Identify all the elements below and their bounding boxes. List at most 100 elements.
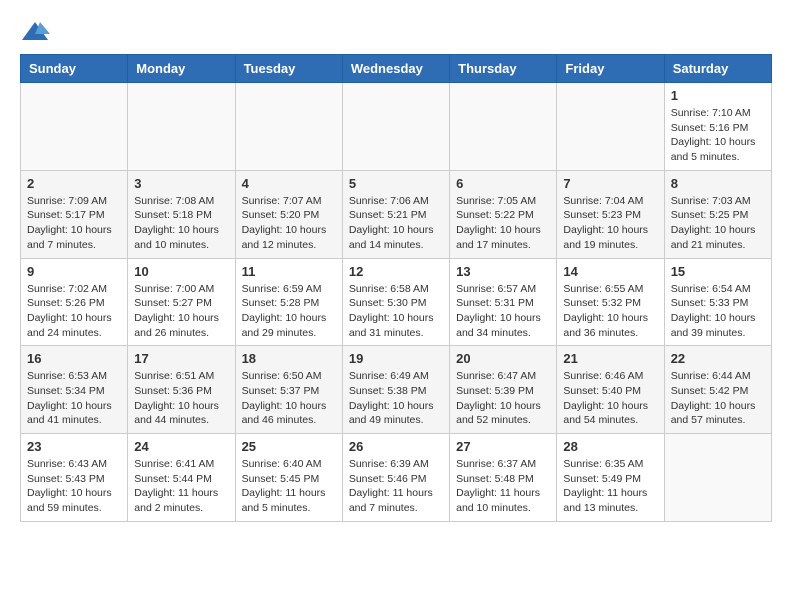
calendar-cell: 8 Sunrise: 7:03 AM Sunset: 5:25 PM Daylig… <box>664 170 771 258</box>
header-cell-sunday: Sunday <box>21 55 128 83</box>
header-cell-thursday: Thursday <box>450 55 557 83</box>
day-info: Sunrise: 7:00 AM Sunset: 5:27 PM Dayligh… <box>134 282 228 341</box>
day-number: 17 <box>134 351 228 366</box>
day-number: 22 <box>671 351 765 366</box>
calendar-cell: 12 Sunrise: 6:58 AM Sunset: 5:30 PM Dayli… <box>342 258 449 346</box>
day-info: Sunrise: 6:39 AM Sunset: 5:46 PM Dayligh… <box>349 457 443 516</box>
calendar-cell: 1 Sunrise: 7:10 AM Sunset: 5:16 PM Daylig… <box>664 83 771 171</box>
calendar-cell: 5 Sunrise: 7:06 AM Sunset: 5:21 PM Daylig… <box>342 170 449 258</box>
calendar-cell <box>235 83 342 171</box>
day-number: 1 <box>671 88 765 103</box>
day-number: 2 <box>27 176 121 191</box>
calendar-cell: 13 Sunrise: 6:57 AM Sunset: 5:31 PM Dayli… <box>450 258 557 346</box>
day-number: 25 <box>242 439 336 454</box>
calendar-cell <box>128 83 235 171</box>
day-info: Sunrise: 6:37 AM Sunset: 5:48 PM Dayligh… <box>456 457 550 516</box>
day-number: 16 <box>27 351 121 366</box>
day-number: 3 <box>134 176 228 191</box>
day-number: 9 <box>27 264 121 279</box>
day-number: 5 <box>349 176 443 191</box>
day-info: Sunrise: 6:53 AM Sunset: 5:34 PM Dayligh… <box>27 369 121 428</box>
logo <box>20 20 54 44</box>
day-number: 18 <box>242 351 336 366</box>
calendar-table: SundayMondayTuesdayWednesdayThursdayFrid… <box>20 54 772 522</box>
day-info: Sunrise: 6:46 AM Sunset: 5:40 PM Dayligh… <box>563 369 657 428</box>
day-info: Sunrise: 6:51 AM Sunset: 5:36 PM Dayligh… <box>134 369 228 428</box>
calendar-cell: 9 Sunrise: 7:02 AM Sunset: 5:26 PM Daylig… <box>21 258 128 346</box>
day-info: Sunrise: 6:47 AM Sunset: 5:39 PM Dayligh… <box>456 369 550 428</box>
day-info: Sunrise: 6:58 AM Sunset: 5:30 PM Dayligh… <box>349 282 443 341</box>
day-info: Sunrise: 7:02 AM Sunset: 5:26 PM Dayligh… <box>27 282 121 341</box>
day-number: 6 <box>456 176 550 191</box>
calendar-cell: 7Sunrise: 7:04 AM Sunset: 5:23 PM Daylig… <box>557 170 664 258</box>
calendar-cell: 11 Sunrise: 6:59 AM Sunset: 5:28 PM Dayli… <box>235 258 342 346</box>
day-number: 24 <box>134 439 228 454</box>
calendar-cell: 23 Sunrise: 6:43 AM Sunset: 5:43 PM Dayli… <box>21 434 128 522</box>
day-number: 14 <box>563 264 657 279</box>
calendar-cell: 26 Sunrise: 6:39 AM Sunset: 5:46 PM Dayli… <box>342 434 449 522</box>
header-cell-friday: Friday <box>557 55 664 83</box>
calendar-cell: 20 Sunrise: 6:47 AM Sunset: 5:39 PM Dayli… <box>450 346 557 434</box>
day-number: 15 <box>671 264 765 279</box>
page-header <box>20 20 772 44</box>
day-number: 4 <box>242 176 336 191</box>
day-info: Sunrise: 7:07 AM Sunset: 5:20 PM Dayligh… <box>242 194 336 253</box>
calendar-cell: 14 Sunrise: 6:55 AM Sunset: 5:32 PM Dayli… <box>557 258 664 346</box>
day-info: Sunrise: 6:54 AM Sunset: 5:33 PM Dayligh… <box>671 282 765 341</box>
calendar-cell: 3 Sunrise: 7:08 AM Sunset: 5:18 PM Daylig… <box>128 170 235 258</box>
day-info: Sunrise: 7:06 AM Sunset: 5:21 PM Dayligh… <box>349 194 443 253</box>
calendar-row-4: 16 Sunrise: 6:53 AM Sunset: 5:34 PM Dayli… <box>21 346 772 434</box>
day-info: Sunrise: 6:50 AM Sunset: 5:37 PM Dayligh… <box>242 369 336 428</box>
header-cell-tuesday: Tuesday <box>235 55 342 83</box>
day-number: 26 <box>349 439 443 454</box>
calendar-cell: 19Sunrise: 6:49 AM Sunset: 5:38 PM Dayli… <box>342 346 449 434</box>
day-number: 12 <box>349 264 443 279</box>
day-info: Sunrise: 7:09 AM Sunset: 5:17 PM Dayligh… <box>27 194 121 253</box>
calendar-cell: 15 Sunrise: 6:54 AM Sunset: 5:33 PM Dayli… <box>664 258 771 346</box>
day-info: Sunrise: 7:10 AM Sunset: 5:16 PM Dayligh… <box>671 106 765 165</box>
calendar-row-3: 9 Sunrise: 7:02 AM Sunset: 5:26 PM Daylig… <box>21 258 772 346</box>
day-number: 27 <box>456 439 550 454</box>
day-info: Sunrise: 6:40 AM Sunset: 5:45 PM Dayligh… <box>242 457 336 516</box>
day-info: Sunrise: 6:55 AM Sunset: 5:32 PM Dayligh… <box>563 282 657 341</box>
calendar-cell: 17 Sunrise: 6:51 AM Sunset: 5:36 PM Dayli… <box>128 346 235 434</box>
calendar-cell: 25 Sunrise: 6:40 AM Sunset: 5:45 PM Dayli… <box>235 434 342 522</box>
day-number: 20 <box>456 351 550 366</box>
day-info: Sunrise: 6:43 AM Sunset: 5:43 PM Dayligh… <box>27 457 121 516</box>
calendar-cell <box>21 83 128 171</box>
calendar-cell: 16 Sunrise: 6:53 AM Sunset: 5:34 PM Dayli… <box>21 346 128 434</box>
calendar-header-row: SundayMondayTuesdayWednesdayThursdayFrid… <box>21 55 772 83</box>
day-info: Sunrise: 7:08 AM Sunset: 5:18 PM Dayligh… <box>134 194 228 253</box>
day-number: 13 <box>456 264 550 279</box>
day-number: 8 <box>671 176 765 191</box>
calendar-cell: 10 Sunrise: 7:00 AM Sunset: 5:27 PM Dayli… <box>128 258 235 346</box>
day-number: 23 <box>27 439 121 454</box>
day-info: Sunrise: 6:59 AM Sunset: 5:28 PM Dayligh… <box>242 282 336 341</box>
calendar-cell: 28Sunrise: 6:35 AM Sunset: 5:49 PM Dayli… <box>557 434 664 522</box>
header-cell-monday: Monday <box>128 55 235 83</box>
calendar-cell: 27 Sunrise: 6:37 AM Sunset: 5:48 PM Dayli… <box>450 434 557 522</box>
day-info: Sunrise: 7:03 AM Sunset: 5:25 PM Dayligh… <box>671 194 765 253</box>
day-number: 7 <box>563 176 657 191</box>
logo-icon <box>20 20 50 44</box>
calendar-cell: 18 Sunrise: 6:50 AM Sunset: 5:37 PM Dayli… <box>235 346 342 434</box>
calendar-cell: 24 Sunrise: 6:41 AM Sunset: 5:44 PM Dayli… <box>128 434 235 522</box>
calendar-cell: 21 Sunrise: 6:46 AM Sunset: 5:40 PM Dayli… <box>557 346 664 434</box>
day-info: Sunrise: 7:05 AM Sunset: 5:22 PM Dayligh… <box>456 194 550 253</box>
calendar-row-2: 2 Sunrise: 7:09 AM Sunset: 5:17 PM Daylig… <box>21 170 772 258</box>
calendar-cell: 6 Sunrise: 7:05 AM Sunset: 5:22 PM Daylig… <box>450 170 557 258</box>
day-number: 21 <box>563 351 657 366</box>
day-number: 19 <box>349 351 443 366</box>
day-info: Sunrise: 6:57 AM Sunset: 5:31 PM Dayligh… <box>456 282 550 341</box>
calendar-row-1: 1 Sunrise: 7:10 AM Sunset: 5:16 PM Daylig… <box>21 83 772 171</box>
calendar-cell <box>450 83 557 171</box>
calendar-row-5: 23 Sunrise: 6:43 AM Sunset: 5:43 PM Dayli… <box>21 434 772 522</box>
calendar-cell: 4 Sunrise: 7:07 AM Sunset: 5:20 PM Daylig… <box>235 170 342 258</box>
day-info: Sunrise: 6:35 AM Sunset: 5:49 PM Dayligh… <box>563 457 657 516</box>
calendar-cell: 2 Sunrise: 7:09 AM Sunset: 5:17 PM Daylig… <box>21 170 128 258</box>
day-number: 11 <box>242 264 336 279</box>
day-number: 10 <box>134 264 228 279</box>
header-cell-saturday: Saturday <box>664 55 771 83</box>
calendar-cell <box>557 83 664 171</box>
day-info: Sunrise: 6:41 AM Sunset: 5:44 PM Dayligh… <box>134 457 228 516</box>
